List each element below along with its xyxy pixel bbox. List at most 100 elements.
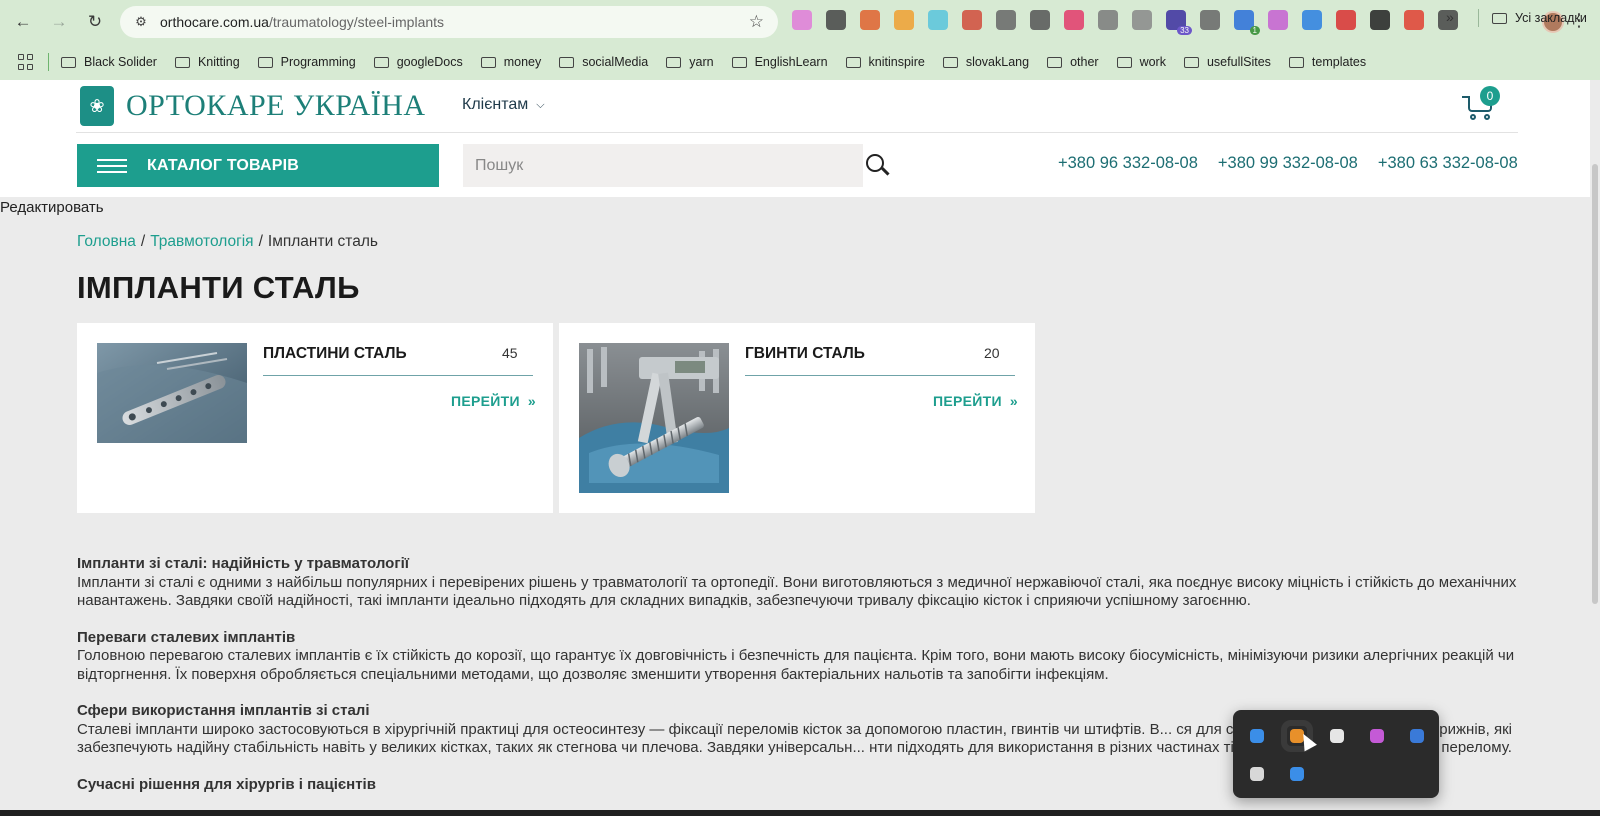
- article-section: Переваги сталевих імплантів Головною пере…: [77, 629, 1517, 685]
- compass-icon[interactable]: [1132, 10, 1152, 30]
- react-devtools-icon[interactable]: [928, 10, 948, 30]
- search-input[interactable]: [475, 156, 863, 175]
- bookmark-star-icon[interactable]: ☆: [749, 12, 764, 32]
- folder-icon: [1116, 56, 1132, 68]
- translate-icon[interactable]: [1200, 10, 1220, 30]
- tray-vpn-icon[interactable]: [1247, 726, 1267, 746]
- bookmark-folder[interactable]: templates: [1288, 55, 1367, 69]
- category-name[interactable]: ПЛАСТИНИ СТАЛЬ: [263, 345, 407, 363]
- check-circle-icon[interactable]: [1030, 10, 1050, 30]
- flag-icon[interactable]: [1336, 10, 1356, 30]
- gradient-square-icon[interactable]: [792, 10, 812, 30]
- bookmark-label: templates: [1311, 55, 1367, 69]
- screw-implant-image[interactable]: [579, 343, 729, 493]
- color-wheel-icon[interactable]: [860, 10, 880, 30]
- bookmark-label: Knitting: [197, 55, 240, 69]
- tray-telegram-icon[interactable]: [1327, 726, 1347, 746]
- breadcrumb-section-link[interactable]: Травмотологія: [150, 233, 253, 250]
- org-chart-icon[interactable]: [962, 10, 982, 30]
- search-icon[interactable]: [866, 154, 890, 178]
- bookmark-folder[interactable]: money: [480, 55, 541, 69]
- extension-badge: 33: [1177, 26, 1192, 35]
- folder-icon: [1047, 56, 1063, 68]
- tray-bluetooth-icon[interactable]: [1287, 764, 1307, 784]
- forward-button[interactable]: →: [46, 9, 72, 35]
- bookmark-folder[interactable]: googleDocs: [373, 55, 463, 69]
- bookmark-folder[interactable]: other: [1047, 55, 1099, 69]
- tree-logo-icon: ❀: [80, 86, 114, 126]
- orange-tool-icon[interactable]: [894, 10, 914, 30]
- rainbow-ring-icon[interactable]: [1268, 10, 1288, 30]
- tray-mirror-app-icon[interactable]: [1367, 726, 1387, 746]
- all-bookmarks-button[interactable]: Усі закладки: [1492, 11, 1587, 25]
- scrollbar-thumb[interactable]: [1592, 164, 1598, 604]
- phone-list: +380 96 332-08-08 +380 99 332-08-08 +380…: [1058, 154, 1518, 173]
- site-logo[interactable]: ❀ ОРТОКАРЕ УКРАЇНА: [80, 86, 426, 126]
- breadcrumb-home-link[interactable]: Головна: [77, 233, 136, 250]
- bookmark-folder[interactable]: socialMedia: [559, 55, 648, 69]
- bookmark-folder[interactable]: usefullSites: [1183, 55, 1271, 69]
- more-bookmarks-icon[interactable]: »: [1446, 9, 1454, 25]
- bookmark-folder[interactable]: Programming: [257, 55, 356, 69]
- bookmark-folder[interactable]: slovakLang: [942, 55, 1030, 69]
- folder-icon: [1492, 12, 1507, 24]
- split-window-icon[interactable]: [1404, 10, 1424, 30]
- bookmark-folder[interactable]: Black Solider: [61, 55, 157, 69]
- page-title: ІМПЛАНТИ СТАЛЬ: [77, 270, 360, 305]
- catalog-button[interactable]: КАТАЛОГ ТОВАРІВ: [77, 144, 439, 187]
- breadcrumb-current: Імпланти сталь: [267, 233, 378, 250]
- go-link[interactable]: ПЕРЕЙТИ »: [451, 393, 536, 409]
- apps-grid-icon[interactable]: [18, 54, 34, 70]
- edit-link[interactable]: Редактировать: [0, 199, 104, 216]
- article-section: Імпланти зі сталі: надійність у травмато…: [77, 555, 1517, 611]
- tray-security-warning-icon[interactable]: [1407, 726, 1427, 746]
- site-settings-icon[interactable]: ⚙: [132, 13, 150, 31]
- plate-implant-image[interactable]: [97, 343, 247, 443]
- phone-link[interactable]: +380 63 332-08-08: [1378, 154, 1518, 173]
- cart-count-badge: 0: [1480, 86, 1500, 106]
- reload-button[interactable]: ↻: [82, 9, 108, 35]
- search-box: [463, 144, 863, 187]
- all-bookmarks-label: Усі закладки: [1515, 11, 1587, 25]
- category-card-plates[interactable]: ПЛАСТИНИ СТАЛЬ 45 ПЕРЕЙТИ »: [77, 323, 553, 513]
- camera-icon[interactable]: [996, 10, 1016, 30]
- back-button[interactable]: ←: [10, 9, 36, 35]
- panda-icon[interactable]: [1370, 10, 1390, 30]
- clients-menu[interactable]: Клієнтам ⌵: [462, 96, 545, 114]
- bookmark-label: slovakLang: [965, 55, 1030, 69]
- category-card-screws[interactable]: ГВИНТИ СТАЛЬ 20 ПЕРЕЙТИ »: [559, 323, 1035, 513]
- hamburger-icon: [97, 158, 127, 173]
- screen-capture-icon[interactable]: [826, 10, 846, 30]
- dots-icon[interactable]: [1098, 10, 1118, 30]
- folder-icon: [845, 56, 861, 68]
- address-bar[interactable]: ⚙ orthocare.com.ua/traumatology/steel-im…: [120, 6, 778, 38]
- bookmark-label: work: [1139, 55, 1166, 69]
- article-text: Головною перевагою сталевих імплантів є …: [77, 647, 1515, 683]
- bookmark-folder[interactable]: EnglishLearn: [731, 55, 828, 69]
- system-tray-popup: [1233, 710, 1439, 798]
- bookmark-folder[interactable]: Knitting: [174, 55, 240, 69]
- article-heading: Сфери використання імплантів зі сталі: [77, 702, 370, 719]
- bookmark-folder[interactable]: yarn: [666, 55, 714, 69]
- tray-media-cast-icon[interactable]: [1247, 764, 1267, 784]
- bookmark-label: Black Solider: [84, 55, 157, 69]
- breadcrumb-separator: /: [140, 233, 146, 250]
- category-count: 20: [984, 345, 1000, 361]
- code-icon[interactable]: 1: [1234, 10, 1260, 35]
- category-name[interactable]: ГВИНТИ СТАЛЬ: [745, 345, 865, 363]
- breadcrumb: Головна / Травмотологія / Імпланти сталь: [77, 233, 378, 251]
- bookmark-label: googleDocs: [396, 55, 463, 69]
- bookmark-folder[interactable]: knitinspire: [845, 55, 925, 69]
- phone-link[interactable]: +380 96 332-08-08: [1058, 154, 1198, 173]
- folder-icon: [1288, 56, 1304, 68]
- tag-icon[interactable]: [1302, 10, 1322, 30]
- bookmark-label: Programming: [280, 55, 356, 69]
- page-scrollbar[interactable]: [1590, 80, 1600, 816]
- url-text: orthocare.com.ua/traumatology/steel-impl…: [160, 14, 444, 30]
- number-two-icon[interactable]: [1064, 10, 1084, 30]
- folder-icon: [559, 56, 575, 68]
- go-link[interactable]: ПЕРЕЙТИ »: [933, 393, 1018, 409]
- bookmark-folder[interactable]: work: [1116, 55, 1166, 69]
- phone-link[interactable]: +380 99 332-08-08: [1218, 154, 1358, 173]
- graduation-cap-icon[interactable]: 33: [1166, 10, 1192, 35]
